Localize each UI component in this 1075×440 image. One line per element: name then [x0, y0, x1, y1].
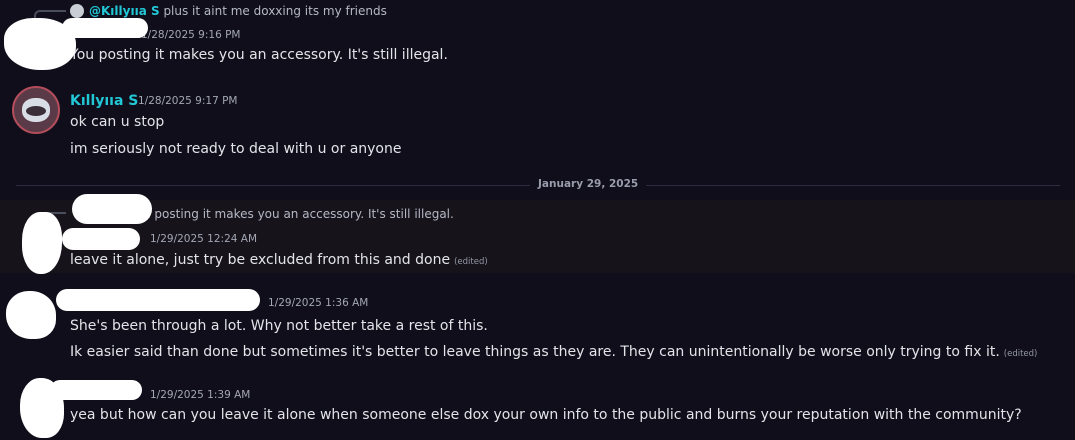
reply-snippet: plus it aint me doxxing its my friends — [163, 4, 387, 18]
message-timestamp[interactable]: 1/28/2025 9:16 PM — [141, 29, 240, 41]
message-1[interactable]: @Kıllyııa S plus it aint me doxxing its … — [0, 0, 1075, 72]
edited-tag: (edited) — [454, 257, 488, 267]
message-timestamp[interactable]: 1/29/2025 1:36 AM — [268, 297, 368, 309]
message-4[interactable]: 1/29/2025 1:36 AM She's been through a l… — [0, 285, 1075, 370]
message-content: leave it alone, just try be excluded fro… — [70, 252, 488, 268]
redaction-mark — [62, 18, 148, 38]
message-content: You posting it makes you an accessory. I… — [70, 47, 448, 63]
redaction-mark — [72, 194, 152, 224]
message-timestamp[interactable]: 1/28/2025 9:17 PM — [138, 95, 237, 107]
message-content-text: leave it alone, just try be excluded fro… — [70, 252, 451, 268]
message-content: yea but how can you leave it alone when … — [70, 407, 1022, 423]
redaction-mark — [6, 291, 56, 339]
message-author[interactable]: Kıllyııa S — [70, 93, 138, 109]
reply-preview[interactable]: @Kıllyııa S plus it aint me doxxing its … — [89, 4, 387, 18]
date-divider: January 29, 2025 — [530, 178, 647, 190]
redaction-mark — [22, 212, 62, 274]
reply-mention[interactable]: @Kıllyııa S — [89, 4, 160, 18]
message-timestamp[interactable]: 1/29/2025 12:24 AM — [150, 233, 257, 245]
reply-avatar — [70, 4, 84, 18]
reply-snippet: u posting it makes you an accessory. It'… — [143, 207, 454, 221]
message-content-line: ok can u stop — [70, 114, 165, 130]
message-timestamp[interactable]: 1/29/2025 1:39 AM — [150, 389, 250, 401]
avatar-art — [26, 106, 46, 116]
redaction-mark — [56, 289, 260, 311]
message-content-line: Ik easier said than done but sometimes i… — [70, 344, 1037, 360]
reply-preview[interactable]: u posting it makes you an accessory. It'… — [143, 207, 454, 221]
message-content-text: Ik easier said than done but sometimes i… — [70, 344, 1000, 360]
message-3[interactable]: u posting it makes you an accessory. It'… — [0, 194, 1075, 274]
avatar[interactable] — [12, 86, 60, 134]
message-2[interactable]: Kıllyııa S 1/28/2025 9:17 PM ok can u st… — [0, 80, 1075, 170]
redaction-mark — [50, 380, 142, 400]
message-content-line: She's been through a lot. Why not better… — [70, 318, 488, 334]
message-content-line: im seriously not ready to deal with u or… — [70, 141, 402, 157]
message-5[interactable]: 1/29/2025 1:39 AM yea but how can you le… — [0, 376, 1075, 440]
redaction-mark — [62, 228, 140, 250]
edited-tag: (edited) — [1003, 349, 1038, 359]
